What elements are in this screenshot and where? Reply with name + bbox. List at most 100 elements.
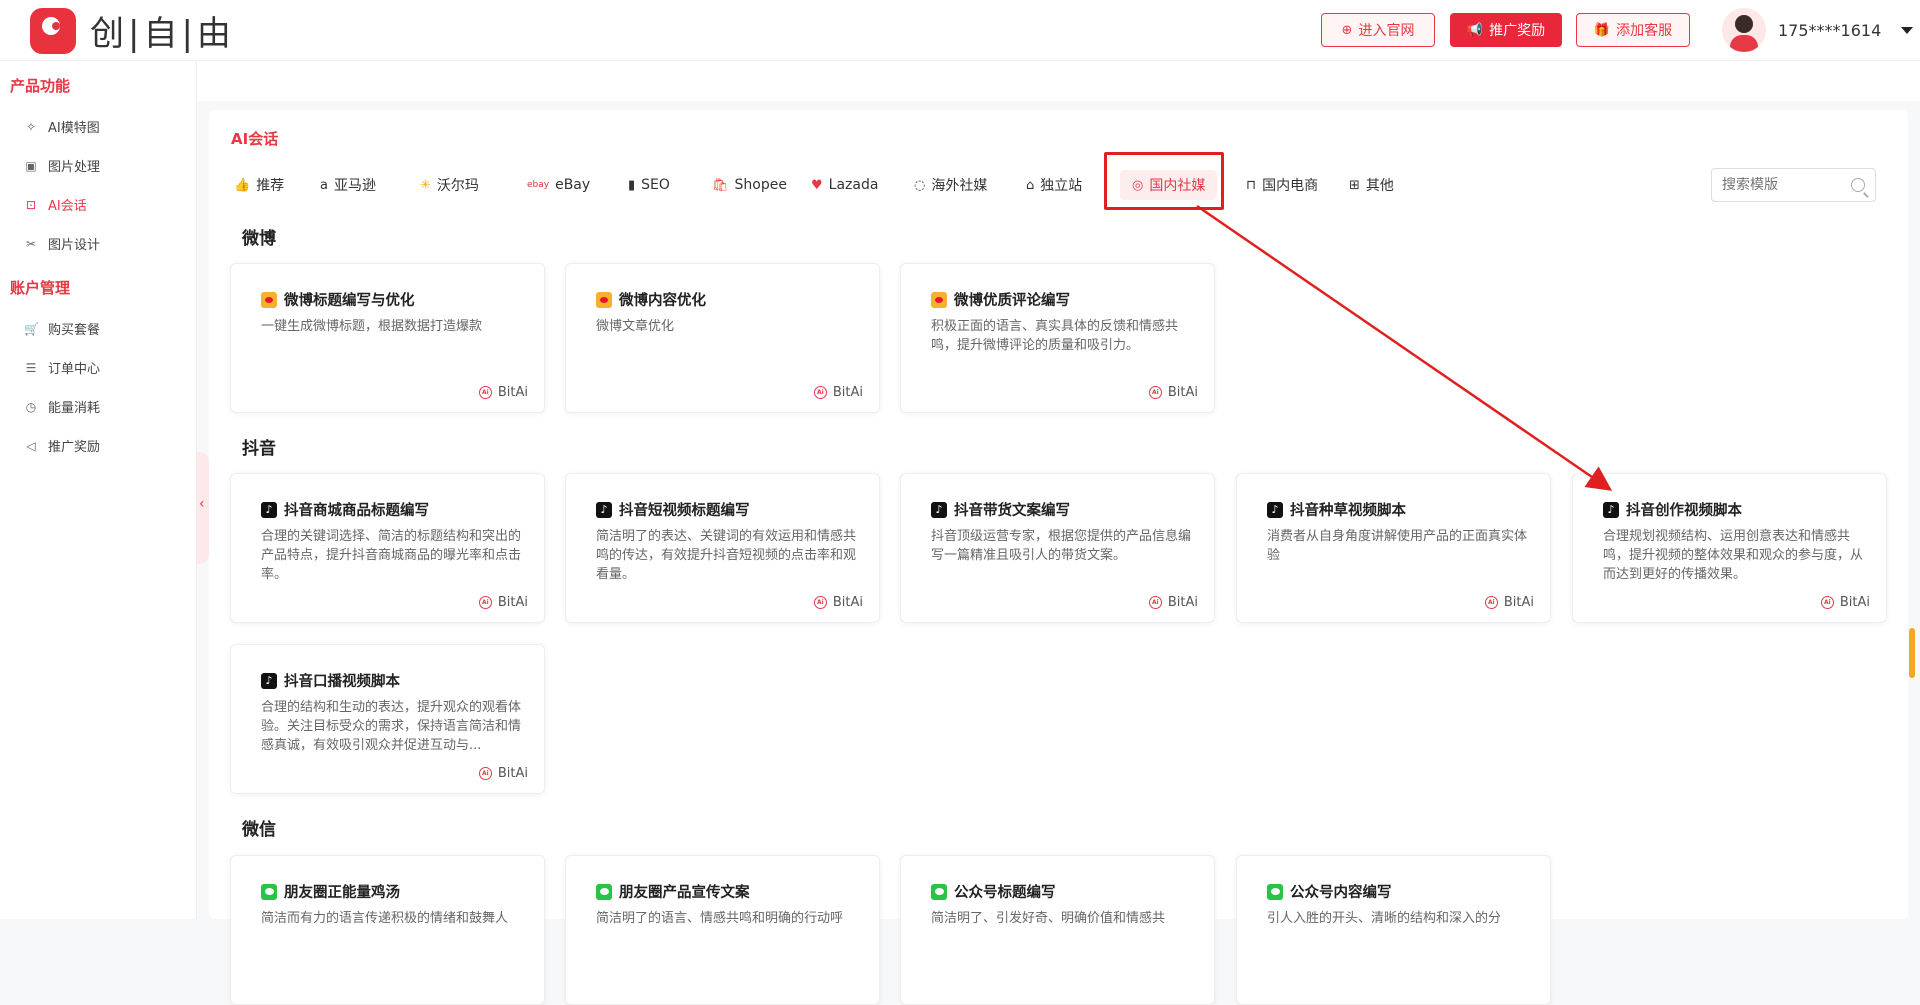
tab-seo[interactable]: ▮ SEO: [628, 170, 670, 200]
sidebar-item-image-design[interactable]: ✂ 图片设计: [24, 234, 101, 254]
template-card[interactable]: 朋友圈产品宣传文案 简洁明了的语言、情感共鸣和明确的行动呼: [565, 855, 880, 1005]
card-title: 抖音口播视频脚本: [284, 674, 400, 690]
search-input[interactable]: [1722, 177, 1842, 193]
ebay-icon: ebay: [527, 180, 550, 190]
tab-label: 其他: [1365, 178, 1394, 194]
bitai-logo-icon: Ai: [1148, 386, 1162, 399]
logo[interactable]: 创|自|由: [30, 6, 235, 55]
promo-reward-button[interactable]: 📢 推广奖励: [1450, 13, 1562, 47]
card-description: 积极正面的语言、真实具体的反馈和情感共鸣，提升微博评论的质量和吸引力。: [931, 319, 1179, 353]
tab-domestic-ecommerce[interactable]: ⊓ 国内电商: [1246, 170, 1318, 200]
card-description: 简洁明了的表达、关键词的有效运用和情感共鸣的传达，有效提升抖音短视频的点击率和观…: [596, 529, 857, 582]
user-menu[interactable]: 175****1614: [1722, 8, 1914, 52]
douyin-icon: [931, 501, 947, 518]
sidebar-item-label: AI会话: [48, 199, 87, 214]
card-title: 公众号内容编写: [1290, 885, 1392, 901]
sidebar-item-order-center[interactable]: ☰ 订单中心: [24, 358, 101, 378]
tab-other[interactable]: ⊞ 其他: [1349, 170, 1394, 200]
amazon-icon: a: [320, 177, 328, 193]
tab-independent-site[interactable]: ⌂ 独立站: [1026, 170, 1082, 200]
design-icon: ✂: [25, 236, 37, 251]
sidebar-item-ai-chat[interactable]: ⊡ AI会话: [24, 195, 87, 215]
card-brand: BitAi: [497, 766, 528, 781]
sidebar-collapse-handle[interactable]: ‹: [197, 452, 209, 564]
tab-lazada[interactable]: ♥ Lazada: [811, 170, 878, 200]
bitai-logo-icon: Ai: [478, 596, 492, 609]
tab-recommend[interactable]: 👍 推荐: [234, 170, 284, 200]
top-band: [197, 61, 1920, 101]
sidebar-item-label: 订单中心: [48, 362, 101, 377]
store-icon: ⌂: [1026, 177, 1035, 193]
model-icon: ✧: [25, 119, 37, 134]
template-card[interactable]: 抖音带货文案编写 抖音顶级运营专家，根据您提供的产品信息编写一篇精准且吸引人的带…: [900, 473, 1215, 623]
card-brand: BitAi: [1167, 595, 1198, 610]
template-card[interactable]: 公众号内容编写 引人入胜的开头、清晰的结构和深入的分: [1236, 855, 1551, 1005]
user-name: 175****1614: [1778, 20, 1882, 40]
enter-site-button[interactable]: ⊕ 进入官网: [1321, 13, 1435, 47]
template-card[interactable]: 抖音种草视频脚本 消费者从自身角度讲解使用产品的正面真实体验 Ai BitAi: [1236, 473, 1551, 623]
template-card[interactable]: 抖音商城商品标题编写 合理的关键词选择、简洁的标题结构和突出的产品特点，提升抖音…: [230, 473, 545, 623]
tab-amazon[interactable]: a 亚马逊: [320, 170, 376, 200]
megaphone-icon: ◁: [26, 438, 36, 453]
annotation-highlight-box: [1104, 152, 1224, 210]
card-title: 公众号标题编写: [954, 885, 1056, 901]
thumbs-up-icon: 👍: [234, 177, 251, 193]
tab-ebay[interactable]: ebay eBay: [527, 170, 590, 200]
card-brand: BitAi: [1167, 385, 1198, 400]
bitai-logo-icon: Ai: [1148, 596, 1162, 609]
chevron-down-icon[interactable]: [1901, 26, 1914, 34]
tab-overseas-social[interactable]: ◌ 海外社媒: [914, 170, 987, 200]
add-service-button[interactable]: 🎁 添加客服: [1576, 13, 1690, 47]
promo-reward-label: 推广奖励: [1489, 23, 1546, 39]
template-card[interactable]: 抖音口播视频脚本 合理的结构和生动的表达，提升观众的观看体验。关注目标受众的需求…: [230, 644, 545, 794]
template-card[interactable]: 朋友圈正能量鸡汤 简洁而有力的语言传递积极的情绪和鼓舞人: [230, 855, 545, 1005]
avatar[interactable]: [1722, 8, 1766, 52]
scrollbar-thumb[interactable]: [1909, 628, 1915, 678]
card-description: 合理的关键词选择、简洁的标题结构和突出的产品特点，提升抖音商城商品的曝光率和点击…: [261, 529, 522, 582]
card-description: 一键生成微博标题，根据数据打造爆款: [261, 319, 483, 334]
card-brand: BitAi: [1503, 595, 1534, 610]
card-brand: BitAi: [832, 385, 863, 400]
tab-walmart[interactable]: ✳ 沃尔玛: [420, 170, 479, 200]
bitai-logo-icon: Ai: [1484, 596, 1498, 609]
logo-icon: [30, 7, 76, 54]
search-icon[interactable]: [1851, 178, 1865, 192]
card-brand: BitAi: [497, 595, 528, 610]
template-card[interactable]: 微博优质评论编写 积极正面的语言、真实具体的反馈和情感共鸣，提升微博评论的质量和…: [900, 263, 1215, 413]
enter-site-label: 进入官网: [1358, 23, 1415, 39]
card-title: 微博优质评论编写: [954, 293, 1070, 309]
card-title: 抖音商城商品标题编写: [284, 503, 429, 519]
douyin-icon: [261, 501, 277, 518]
bitai-logo-icon: Ai: [478, 386, 492, 399]
sidebar-item-label: 推广奖励: [48, 440, 101, 455]
bitai-logo-icon: Ai: [1820, 596, 1834, 609]
shopee-icon: 🛍: [712, 177, 729, 193]
section-title-wechat: 微信: [242, 820, 276, 840]
card-title: 朋友圈产品宣传文案: [619, 885, 750, 901]
card-description: 微博文章优化: [596, 319, 675, 334]
template-card[interactable]: 抖音短视频标题编写 简洁明了的表达、关键词的有效运用和情感共鸣的传达，有效提升抖…: [565, 473, 880, 623]
tab-shopee[interactable]: 🛍 Shopee: [712, 170, 787, 200]
sidebar-item-ai-model[interactable]: ✧ AI模特图: [24, 117, 100, 137]
chat-icon: ⊡: [25, 197, 37, 212]
template-card[interactable]: 微博内容优化 微博文章优化 Ai BitAi: [565, 263, 880, 413]
sidebar-item-label: 图片设计: [48, 238, 101, 253]
douyin-icon: [261, 672, 277, 689]
sidebar-item-energy[interactable]: ◷ 能量消耗: [24, 397, 101, 417]
sidebar-item-promo[interactable]: ◁ 推广奖励: [24, 436, 101, 456]
template-search[interactable]: [1711, 168, 1876, 202]
template-card[interactable]: 微博标题编写与优化 一键生成微博标题，根据数据打造爆款 Ai BitAi: [230, 263, 545, 413]
sidebar-item-buy-package[interactable]: 🛒 购买套餐: [24, 319, 100, 339]
card-title: 抖音带货文案编写: [954, 503, 1070, 519]
template-card[interactable]: 抖音创作视频脚本 合理规划视频结构、运用创意表达和情感共鸣，提升视频的整体效果和…: [1572, 473, 1887, 623]
card-brand: BitAi: [832, 595, 863, 610]
card-title: 抖音短视频标题编写: [619, 503, 750, 519]
top-header: 创|自|由 ⊕ 进入官网 📢 推广奖励 🎁 添加客服 175****1614: [0, 0, 1920, 61]
shopping-bag-icon: ⊓: [1246, 177, 1257, 193]
sidebar-item-label: 能量消耗: [48, 401, 101, 416]
sidebar-group-product: 产品功能: [10, 77, 71, 95]
template-card[interactable]: 公众号标题编写 简洁明了、引发好奇、明确价值和情感共: [900, 855, 1215, 1005]
sidebar-group-account: 账户管理: [10, 279, 71, 297]
cart-icon: 🛒: [24, 321, 39, 336]
sidebar-item-image-process[interactable]: ▣ 图片处理: [24, 156, 100, 176]
